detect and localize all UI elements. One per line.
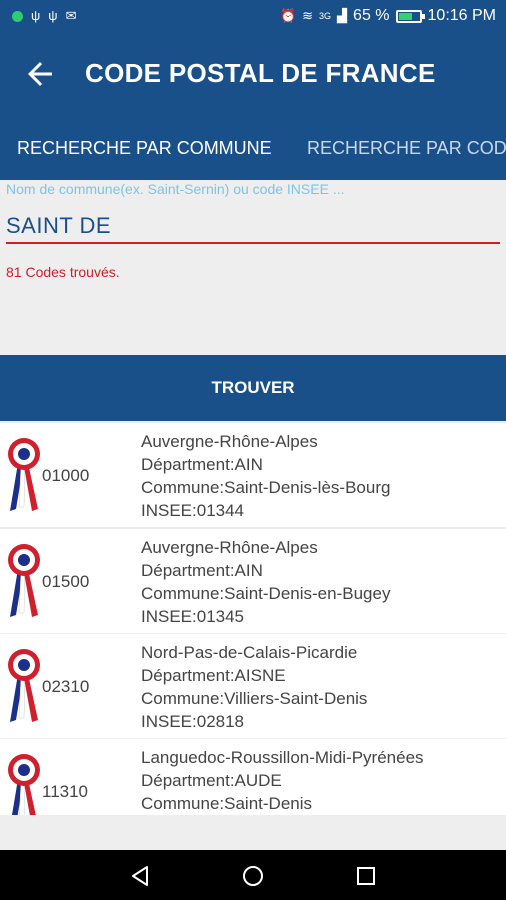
- back-triangle-icon[interactable]: [128, 864, 152, 888]
- system-nav-bar: [0, 850, 506, 900]
- tab-bar: RECHERCHE PAR COMMUNE RECHERCHE PAR CODE: [0, 120, 506, 180]
- region: Nord-Pas-de-Calais-Picardie: [141, 643, 358, 662]
- signal-icon: ▟: [337, 8, 348, 23]
- french-cocarde-icon: [8, 649, 40, 722]
- list-item[interactable]: 02310 Nord-Pas-de-Calais-Picardie Départ…: [0, 634, 506, 738]
- postal-code: 02310: [42, 677, 90, 696]
- app-bar: CODE POSTAL DE FRANCE: [0, 34, 506, 120]
- result-details: Auvergne-Rhône-Alpes Départment:AIN Comm…: [141, 430, 390, 522]
- region: Languedoc-Roussillon-Midi-Pyrénées: [141, 748, 424, 767]
- page-title: CODE POSTAL DE FRANCE: [85, 58, 436, 88]
- alarm-icon: ⏰: [279, 8, 297, 23]
- postal-code: 11310: [42, 782, 89, 801]
- result-details: Nord-Pas-de-Calais-Picardie Départment:A…: [141, 641, 367, 733]
- french-cocarde-icon: [8, 438, 40, 511]
- network-type: 3G: [319, 11, 332, 21]
- usb-icon-2: ψ: [48, 8, 58, 23]
- french-cocarde-icon: [8, 544, 40, 617]
- postal-code: 01500: [42, 572, 90, 591]
- list-item[interactable]: 01000 Auvergne-Rhône-Alpes Départment:AI…: [0, 423, 506, 527]
- mail-icon: ✉: [65, 8, 77, 23]
- commune: Commune:Saint-Denis: [141, 794, 313, 813]
- department: Départment:AISNE: [141, 666, 286, 685]
- battery-percent: 65 %: [353, 7, 390, 24]
- insee-code: INSEE:02818: [141, 712, 245, 731]
- region: Auvergne-Rhône-Alpes: [141, 432, 318, 451]
- department: Départment:AIN: [141, 455, 263, 474]
- commune: Commune:Saint-Denis-lès-Bourg: [141, 478, 391, 497]
- department: Départment:AUDE: [141, 771, 282, 790]
- french-cocarde-icon: [8, 754, 40, 815]
- result-details: Auvergne-Rhône-Alpes Départment:AIN Comm…: [141, 536, 390, 628]
- usb-icon: ψ: [31, 8, 41, 23]
- commune: Commune:Saint-Denis-en-Bugey: [141, 584, 391, 603]
- result-count: 81 Codes trouvés.: [6, 264, 120, 280]
- tab-search-by-commune[interactable]: RECHERCHE PAR COMMUNE: [17, 120, 272, 180]
- search-form: Nom de commune(ex. Saint-Sernin) ou code…: [0, 180, 506, 355]
- list-item[interactable]: 11310 Languedoc-Roussillon-Midi-Pyrénées…: [0, 739, 506, 815]
- find-button[interactable]: TROUVER: [0, 355, 506, 421]
- insee-code: INSEE:01344: [141, 501, 245, 520]
- result-details: Languedoc-Roussillon-Midi-Pyrénées Dépar…: [141, 746, 424, 815]
- arrow-left-icon[interactable]: [22, 56, 58, 92]
- search-input[interactable]: [6, 210, 500, 244]
- search-hint: Nom de commune(ex. Saint-Sernin) ou code…: [6, 181, 345, 197]
- list-item[interactable]: 01500 Auvergne-Rhône-Alpes Départment:AI…: [0, 529, 506, 633]
- battery-icon: [395, 9, 425, 23]
- postal-code: 01000: [42, 466, 90, 485]
- region: Auvergne-Rhône-Alpes: [141, 538, 318, 557]
- wifi-icon: ≋: [302, 8, 314, 23]
- clock: 10:16 PM: [427, 7, 496, 24]
- app-notification-icon: [12, 10, 23, 22]
- commune: Commune:Villiers-Saint-Denis: [141, 689, 368, 708]
- department: Départment:AIN: [141, 561, 263, 580]
- home-circle-icon[interactable]: [241, 864, 265, 888]
- recents-square-icon[interactable]: [354, 864, 378, 888]
- results-list[interactable]: 01000 Auvergne-Rhône-Alpes Départment:AI…: [0, 421, 506, 815]
- insee-code: INSEE:01345: [141, 607, 245, 626]
- status-bar: ψ ψ ✉ ⏰ ≋ 3G ▟ 65 % 10:16 PM: [0, 0, 506, 34]
- tab-search-by-code[interactable]: RECHERCHE PAR CODE: [307, 120, 506, 180]
